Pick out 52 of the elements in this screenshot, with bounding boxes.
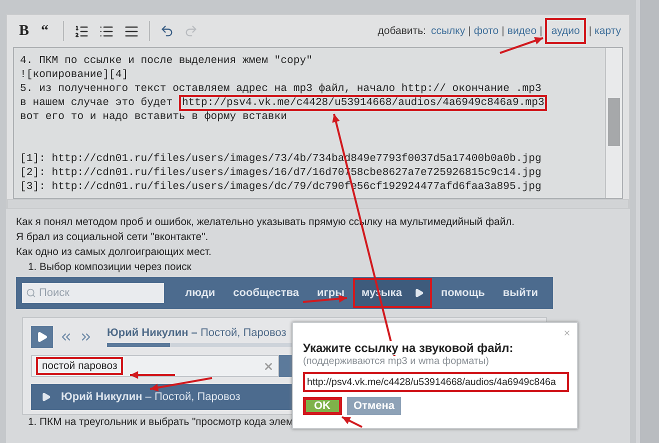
- undo-icon[interactable]: [160, 24, 174, 38]
- separator: |: [502, 25, 504, 37]
- add-link[interactable]: видео: [507, 25, 537, 37]
- add-label: добавить:: [378, 25, 426, 37]
- annotation-arrow: [342, 416, 362, 428]
- track-title: Юрий Никулин – Постой, Паровоз: [107, 327, 288, 339]
- dialog-title: Укажите ссылку на звуковой файл:: [303, 341, 514, 355]
- paragraph: Я брал из социальной сети "вконтакте".: [16, 232, 210, 243]
- add-link[interactable]: аудио: [545, 18, 586, 44]
- scrollbar[interactable]: [605, 48, 622, 198]
- close-button[interactable]: [563, 329, 571, 337]
- ok-button[interactable]: OK: [303, 397, 342, 415]
- play-button[interactable]: [31, 326, 53, 348]
- separator: |: [588, 25, 592, 37]
- code-line: вот его то и надо вставить в форму вставки: [20, 111, 288, 123]
- add-link[interactable]: карту: [594, 25, 621, 37]
- search-icon: [26, 288, 36, 298]
- bullet-list-icon[interactable]: [98, 24, 114, 38]
- add-link[interactable]: фото: [474, 25, 499, 37]
- nav-item[interactable]: выйти: [494, 287, 547, 299]
- nav-item[interactable]: помощь: [432, 287, 494, 299]
- separator: |: [468, 25, 471, 37]
- separator: |: [540, 25, 542, 37]
- align-icon[interactable]: [124, 24, 139, 38]
- nav-item[interactable]: игры: [308, 287, 354, 299]
- quote-button[interactable]: “: [37, 20, 53, 42]
- bold-button[interactable]: B: [15, 20, 34, 42]
- url-text: http://psv4.vk.me/c4428/u53914668/audios/4a6949c846a9.mp3: [178, 95, 548, 111]
- dialog-hint: (поддерживаются mp3 и wma форматы): [303, 356, 490, 367]
- nav-item[interactable]: люди: [176, 287, 224, 299]
- url-input[interactable]: http://psv4.vk.me/c4428/u53914668/audios/4a6949c846a: [303, 372, 569, 392]
- code-line: ![копирование][4]: [20, 69, 128, 81]
- nav-item[interactable]: сообщества: [224, 287, 308, 299]
- paragraph: Как одно из самых долгоиграющих мест.: [16, 247, 212, 258]
- cancel-button[interactable]: Отмена: [346, 397, 402, 415]
- play-icon: [41, 392, 51, 402]
- resize-grip[interactable]: [7, 199, 629, 209]
- search-field[interactable]: постой паровоз: [31, 355, 279, 377]
- code-line: 4. ПКМ по ссылке и после выделения жмем "copy": [20, 55, 312, 67]
- clear-icon[interactable]: [263, 360, 274, 372]
- step-text: 1. Выбор композиции через поиск: [28, 262, 192, 273]
- code-line: 5. из полученного текст оставляем адрес на mp3 файл, начало http:// окончание .mp3: [20, 83, 542, 95]
- numbered-list-icon[interactable]: [74, 24, 89, 38]
- annotation-arrow: [500, 36, 544, 54]
- search-value: постой паровоз: [36, 357, 124, 375]
- play-icon: [414, 288, 424, 298]
- text-area[interactable]: [13, 47, 623, 199]
- code-line: в нашем случае это будет: [20, 97, 174, 109]
- play-icon: [36, 331, 48, 343]
- progress-track[interactable]: [107, 343, 293, 347]
- track-title: Юрий Никулин – Постой, Паровоз: [61, 391, 240, 403]
- add-link[interactable]: ссылку: [430, 25, 466, 37]
